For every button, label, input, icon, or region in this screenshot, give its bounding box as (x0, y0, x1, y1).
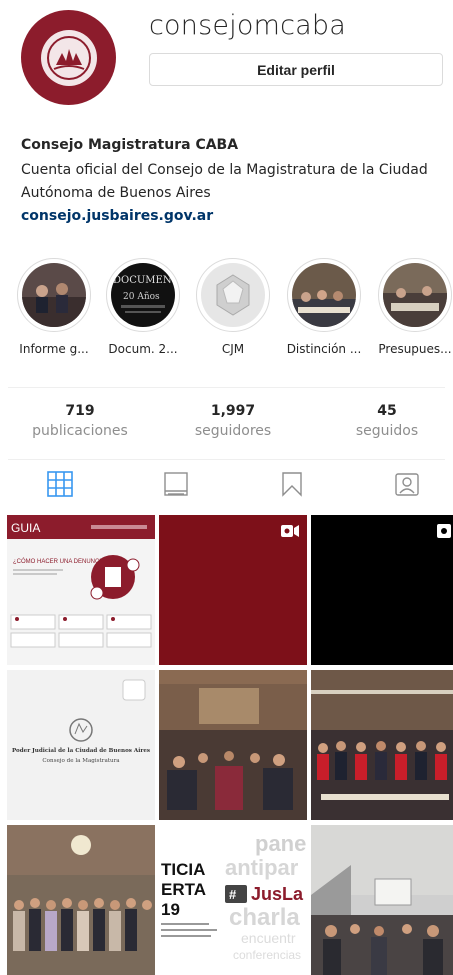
highlight-label: Docum. 2... (108, 342, 178, 356)
highlight-label: Informe g... (19, 342, 89, 356)
svg-text:DOCUMEN: DOCUMEN (113, 275, 172, 286)
svg-text:charla: charla (229, 904, 300, 931)
svg-text:GUIA: GUIA (11, 521, 40, 535)
stat-label: publicaciones (32, 423, 128, 439)
svg-text:20 Años: 20 Años (123, 292, 160, 302)
svg-text:panel: panel (255, 831, 307, 856)
igtv-icon (163, 471, 189, 501)
svg-text:encuentr: encuentr (241, 930, 296, 946)
stat-value: 719 (65, 403, 95, 419)
highlight-thumbnail (22, 263, 86, 327)
highlight-label: Presupues... (378, 342, 452, 356)
stat-label: seguidores (194, 423, 272, 439)
post-thumbnail[interactable] (311, 670, 453, 820)
tab-posts[interactable] (46, 471, 74, 501)
profile-username: consejomcaba (149, 10, 346, 41)
tab-saved[interactable] (278, 472, 306, 500)
highlight-item[interactable]: Informe g... (11, 258, 97, 356)
profile-bio: Cuenta oficial del Consejo de la Magistr… (21, 162, 428, 201)
profile-website-link[interactable]: consejo.jusbaires.gov.ar (21, 208, 213, 224)
post-thumbnail[interactable]: Poder Judicial de la Ciudad de Buenos Ai… (7, 670, 155, 820)
divider (8, 387, 445, 388)
post-thumbnail[interactable]: GUIA ¿CÓMO HACER UNA DENUNCIA? (7, 515, 155, 665)
svg-text:19: 19 (161, 900, 180, 919)
highlight-item[interactable]: Distinción ... (281, 258, 367, 356)
video-icon (437, 523, 451, 542)
svg-text:#: # (229, 887, 237, 902)
post-thumbnail[interactable] (311, 515, 453, 665)
svg-text:ERTA: ERTA (161, 880, 206, 899)
highlight-thumbnail (383, 263, 447, 327)
edit-profile-button[interactable]: Editar perfil (149, 53, 443, 86)
svg-text:Consejo de la Magistratura: Consejo de la Magistratura (42, 758, 120, 764)
profile-full-name: Consejo Magistratura CABA (21, 137, 239, 153)
divider (8, 459, 445, 460)
tab-tagged[interactable] (393, 472, 421, 500)
stat-value: 45 (377, 403, 397, 419)
stat-label: seguidos (355, 423, 419, 439)
tab-igtv[interactable] (162, 472, 190, 500)
highlight-item[interactable]: Presupues... (372, 258, 453, 356)
logo-emblem-icon (40, 29, 97, 86)
highlight-thumbnail: DOCUMEN 20 Años (111, 263, 175, 327)
highlight-item[interactable]: CJM (190, 258, 276, 356)
profile-avatar[interactable] (21, 10, 116, 105)
svg-text:JusLa: JusLa (251, 884, 304, 904)
grid-icon (47, 471, 73, 501)
post-thumbnail[interactable] (159, 515, 307, 665)
video-icon (281, 523, 299, 542)
highlight-thumbnail (292, 263, 356, 327)
post-thumbnail[interactable] (311, 825, 453, 975)
svg-text:¿CÓMO HACER UNA DENUNCIA?: ¿CÓMO HACER UNA DENUNCIA? (13, 558, 109, 565)
post-thumbnail[interactable]: panel antipar charla encuentr conferenci… (159, 825, 307, 975)
svg-text:antipar: antipar (225, 855, 299, 880)
highlight-item[interactable]: DOCUMEN 20 Años Docum. 2... (100, 258, 186, 356)
stat-posts[interactable]: 719 publicaciones (10, 403, 150, 439)
highlight-label: Distinción ... (286, 342, 362, 356)
tagged-icon (394, 471, 420, 501)
stat-value: 1,997 (210, 403, 256, 419)
highlight-thumbnail (201, 263, 265, 327)
svg-text:conferencias: conferencias (233, 948, 301, 962)
stat-followers[interactable]: 1,997 seguidores (163, 403, 303, 439)
highlight-label: CJM (221, 342, 245, 356)
svg-text:TICIA: TICIA (161, 860, 205, 879)
svg-text:Poder Judicial de la Ciudad de: Poder Judicial de la Ciudad de Buenos Ai… (12, 748, 150, 754)
stat-following[interactable]: 45 seguidos (317, 403, 453, 439)
post-thumbnail[interactable] (159, 670, 307, 820)
saved-icon (279, 471, 305, 501)
post-thumbnail[interactable] (7, 825, 155, 975)
